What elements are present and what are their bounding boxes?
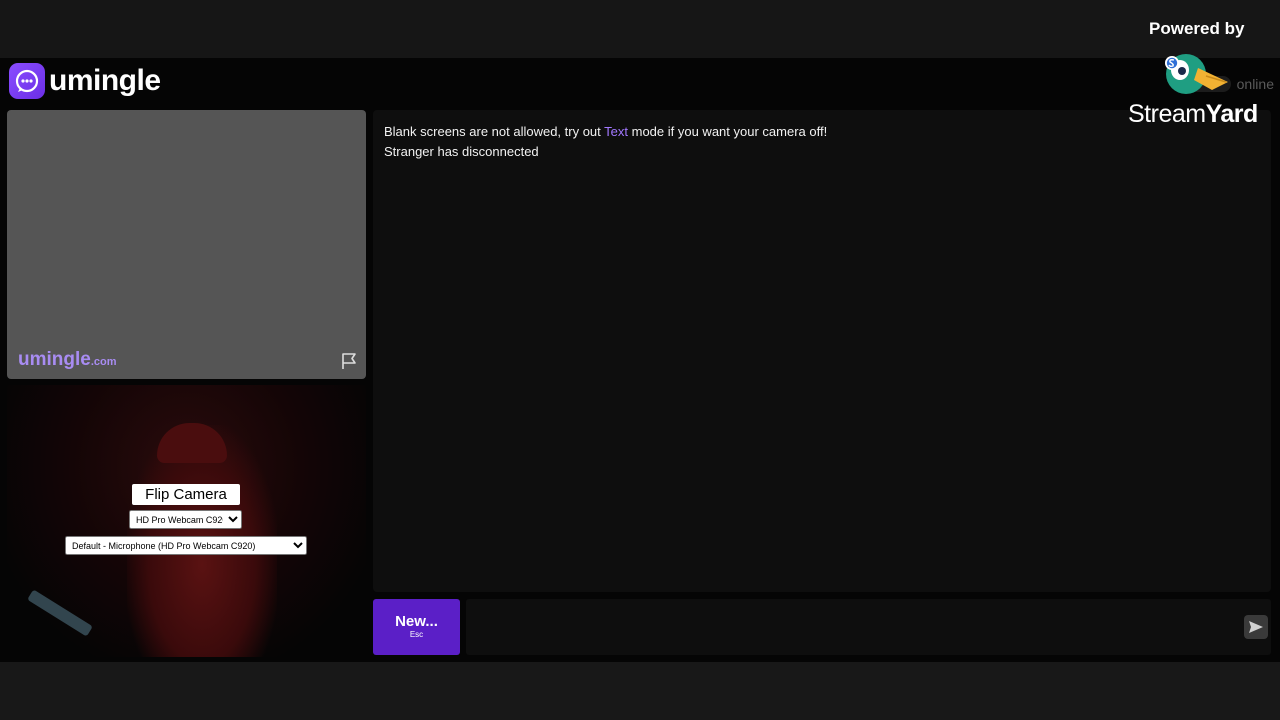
stranger-video: umingle.com — [7, 110, 366, 379]
message-text: mode if you want your camera off! — [628, 124, 828, 139]
send-button[interactable] — [1244, 615, 1268, 639]
system-message-blank-screen: Blank screens are not allowed, try out T… — [384, 124, 827, 139]
self-video: Flip Camera HD Pro Webcam C920 Default -… — [7, 385, 366, 657]
new-chat-button[interactable]: New... Esc — [373, 599, 460, 655]
powered-by-label: Powered by — [1149, 19, 1245, 38]
send-arrow-icon — [1249, 621, 1263, 633]
logo-text: umingle — [49, 64, 161, 97]
streamyard-wordmark: StreamYard — [1128, 100, 1258, 129]
self-video-object — [27, 589, 93, 637]
system-message-disconnected: Stranger has disconnected — [384, 144, 539, 159]
umingle-app: umingle online umingle.com Flip Camera H… — [0, 58, 1280, 662]
umingle-logo[interactable]: umingle — [9, 63, 161, 99]
watermark-suffix: .com — [90, 356, 117, 368]
letterbox-top — [0, 0, 1280, 58]
report-flag-icon[interactable] — [340, 352, 358, 370]
text-mode-link[interactable]: Text — [604, 124, 628, 139]
microphone-select[interactable]: Default - Microphone (HD Pro Webcam C920… — [65, 536, 307, 555]
brand-bold: Yard — [1205, 100, 1259, 128]
camera-select[interactable]: HD Pro Webcam C920 — [129, 510, 242, 529]
new-button-shortcut: Esc — [409, 630, 424, 639]
umingle-watermark: umingle.com — [18, 349, 117, 371]
watermark-main: umingle — [18, 349, 91, 370]
flip-camera-button[interactable]: Flip Camera — [132, 484, 240, 505]
message-input[interactable] — [466, 599, 1271, 655]
letterbox-bottom — [0, 662, 1280, 720]
brand-light: Stream — [1128, 100, 1206, 128]
message-text: Blank screens are not allowed, try out — [384, 124, 605, 139]
chat-bubble-icon — [9, 63, 45, 99]
chat-log: Blank screens are not allowed, try out T… — [373, 110, 1271, 592]
new-button-label: New... — [395, 613, 438, 630]
